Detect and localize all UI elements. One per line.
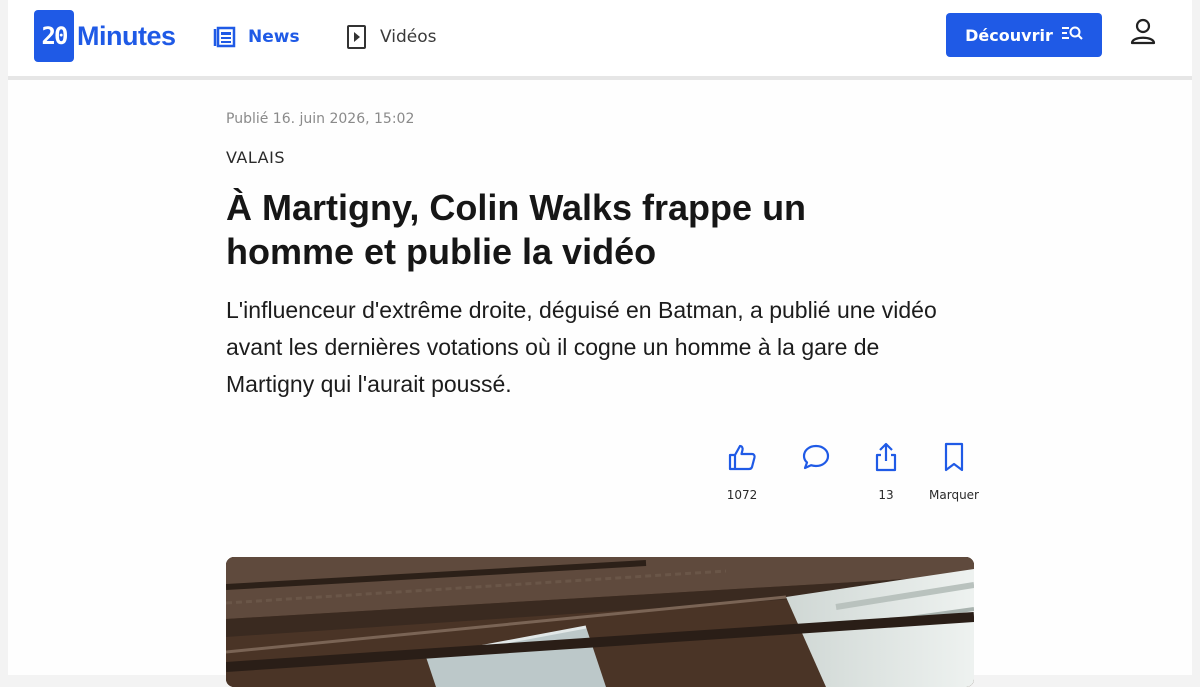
site-logo[interactable]: 20 Minutes [34, 9, 176, 63]
video-thumbnail [226, 557, 974, 687]
thumbs-up-icon [708, 438, 776, 476]
article-title: À Martigny, Colin Walks frappe un homme … [226, 187, 807, 272]
bookmark-button[interactable]: Marquer [920, 438, 988, 504]
like-count: 1072 [726, 488, 758, 502]
site-header: 20 Minutes News Vidéos Découvrir [8, 0, 1192, 80]
nav-videos-label: Vidéos [380, 27, 437, 47]
article-actions: 1072 13 Marquer [708, 438, 980, 508]
logo-mark: 20 [34, 10, 74, 62]
nav-news-label: News [248, 27, 300, 47]
user-icon [1129, 17, 1157, 51]
nav-news[interactable]: News [212, 22, 300, 52]
article-video[interactable] [226, 557, 974, 687]
nav-videos[interactable]: Vidéos [344, 22, 437, 52]
share-count: 13 [878, 488, 894, 502]
comment-button[interactable] [782, 438, 850, 504]
logo-wordmark: Minutes [77, 20, 176, 51]
user-account-button[interactable] [1128, 18, 1158, 50]
discover-button-label: Découvrir [965, 25, 1053, 45]
search-list-icon [1061, 25, 1083, 45]
bookmark-icon [920, 438, 988, 476]
comment-icon [782, 438, 850, 476]
page: 20 Minutes News Vidéos Découvrir Publié … [8, 0, 1192, 687]
share-button[interactable]: 13 [852, 438, 920, 504]
news-icon [212, 24, 238, 50]
share-icon [852, 438, 920, 476]
comment-count [782, 488, 850, 504]
video-play-icon [344, 24, 370, 50]
article-lead: L'influenceur d'extrême droite, déguisé … [226, 297, 937, 397]
bookmark-label: Marquer [929, 488, 979, 502]
discover-button[interactable]: Découvrir [946, 13, 1102, 57]
article-category[interactable]: VALAIS [226, 148, 285, 167]
publish-date: Publié 16. juin 2026, 15:02 [226, 111, 415, 127]
like-button[interactable]: 1072 [708, 438, 776, 504]
